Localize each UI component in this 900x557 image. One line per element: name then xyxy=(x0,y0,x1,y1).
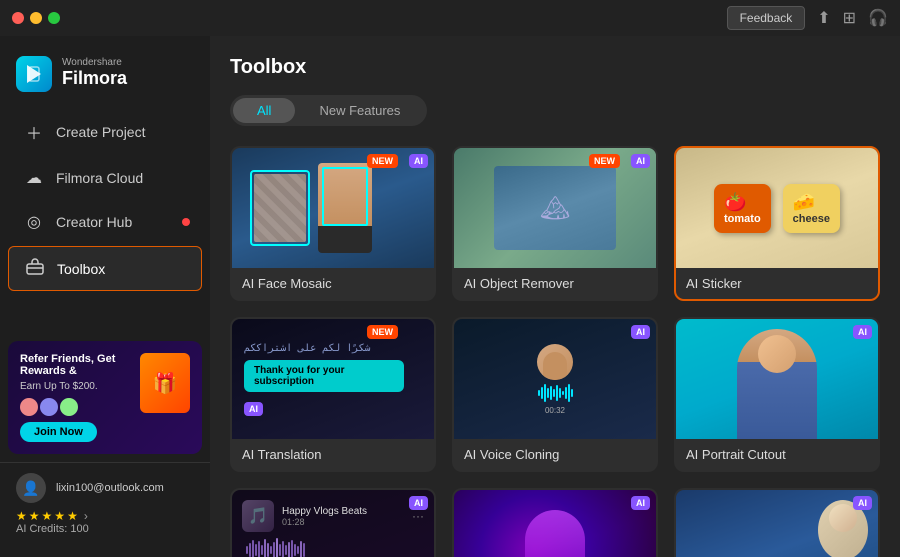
titlebar-actions: Feedback ⬆ ⊞ 🎧 xyxy=(727,6,888,30)
toolbox-icon xyxy=(25,257,45,280)
plus-icon: ＋ xyxy=(24,120,44,144)
brand: Wondershare Filmora xyxy=(0,48,210,108)
ai-credits-label: AI Credits: 100 xyxy=(16,523,194,535)
brand-logo xyxy=(16,56,52,92)
sidebar-item-label: Create Project xyxy=(56,124,145,140)
tool-label: AI Sticker xyxy=(676,268,878,299)
user-email-text: lixin100@outlook.com xyxy=(56,482,164,494)
sidebar-item-filmora-cloud[interactable]: ☁ Filmora Cloud xyxy=(8,158,202,198)
promo-subtitle: Earn Up To $200. xyxy=(20,381,134,392)
promo-avatar xyxy=(20,398,38,416)
sidebar-item-create-project[interactable]: ＋ Create Project xyxy=(8,110,202,154)
tool-card-face-mosaic[interactable]: AI NEW AI Face Mosaic xyxy=(230,146,436,301)
ai-badge: AI xyxy=(409,496,428,510)
star-icon: ★ xyxy=(29,509,40,523)
tool-label: AI Translation xyxy=(232,439,434,470)
tab-new-features[interactable]: New Features xyxy=(295,98,424,123)
cloud-icon: ☁ xyxy=(24,168,44,188)
new-badge: NEW xyxy=(589,154,620,168)
headphones-icon[interactable]: 🎧 xyxy=(868,8,888,28)
brand-text: Wondershare Filmora xyxy=(62,58,127,90)
tool-card-ai-translation[interactable]: شكرًا لكم على اشتراككم Thank you for you… xyxy=(230,317,436,472)
tool-thumbnail: AI xyxy=(676,319,878,439)
minimize-button[interactable] xyxy=(30,12,42,24)
promo-avatar xyxy=(40,398,58,416)
star-icon: ★ xyxy=(54,509,65,523)
feedback-button[interactable]: Feedback xyxy=(727,6,806,30)
tool-thumbnail: 🏔 AI NEW xyxy=(454,148,656,268)
ai-badge: AI xyxy=(853,325,872,339)
hub-icon: ◎ xyxy=(24,212,44,232)
ai-badge: AI xyxy=(631,496,650,510)
tool-card-portrait-cutout[interactable]: AI AI Portrait Cutout xyxy=(674,317,880,472)
chevron-right-icon[interactable]: › xyxy=(84,509,88,523)
ai-credits-row: ★ ★ ★ ★ ★ › xyxy=(16,509,194,523)
brand-sub: Wondershare xyxy=(62,58,127,68)
traffic-lights xyxy=(12,12,60,24)
tool-thumbnail: 00:32 AI xyxy=(454,319,656,439)
page-title: Toolbox xyxy=(230,56,880,79)
new-badge: NEW xyxy=(367,325,398,339)
promo-avatar xyxy=(60,398,78,416)
tool-card-music-beats[interactable]: 🎵 Happy Vlogs Beats 01:28 ··· xyxy=(230,488,436,557)
promo-banner: Refer Friends, Get Rewards & Earn Up To … xyxy=(8,341,202,454)
promo-join-button[interactable]: Join Now xyxy=(20,422,97,442)
sidebar-item-label: Toolbox xyxy=(57,261,105,277)
tool-thumbnail: شكرًا لكم على اشتراككم Thank you for you… xyxy=(232,319,434,439)
main-layout: Wondershare Filmora ＋ Create Project ☁ F… xyxy=(0,36,900,557)
promo-people xyxy=(20,398,134,416)
new-badge: NEW xyxy=(367,154,398,168)
tool-label: AI Portrait Cutout xyxy=(676,439,878,470)
maximize-button[interactable] xyxy=(48,12,60,24)
tool-label: AI Object Remover xyxy=(454,268,656,299)
sidebar-item-label: Filmora Cloud xyxy=(56,170,143,186)
tool-thumbnail: AI NEW xyxy=(232,148,434,268)
tool-card-object-remover[interactable]: 🏔 AI NEW AI Object Remover xyxy=(452,146,658,301)
sidebar-item-creator-hub[interactable]: ◎ Creator Hub xyxy=(8,202,202,242)
tool-grid: AI NEW AI Face Mosaic 🏔 AI NEW AI Object… xyxy=(230,146,880,557)
grid-icon[interactable]: ⊞ xyxy=(843,8,856,28)
ai-badge: AI xyxy=(409,154,428,168)
tab-bar: All New Features xyxy=(230,95,427,126)
sidebar-item-toolbox[interactable]: Toolbox xyxy=(8,246,202,291)
content-area: Toolbox All New Features xyxy=(210,36,900,557)
tool-card-ai-sticker[interactable]: 🍅 tomato 🧀 cheese AI Sticker xyxy=(674,146,880,301)
ai-badge: AI xyxy=(244,402,263,416)
tool-card-voice-cloning[interactable]: 00:32 AI AI Voice Cloning xyxy=(452,317,658,472)
star-icon: ★ xyxy=(42,509,53,523)
tool-thumbnail: Technology template AI xyxy=(676,490,878,557)
star-icon: ★ xyxy=(16,509,27,523)
tool-label: AI Voice Cloning xyxy=(454,439,656,470)
sidebar-footer: 👤 lixin100@outlook.com ★ ★ ★ ★ ★ › AI Cr… xyxy=(0,462,210,545)
close-button[interactable] xyxy=(12,12,24,24)
tab-all[interactable]: All xyxy=(233,98,295,123)
promo-title: Refer Friends, Get Rewards & xyxy=(20,353,134,377)
ai-badge: AI xyxy=(631,154,650,168)
upload-icon[interactable]: ⬆ xyxy=(817,8,830,28)
tool-card-ai-effect[interactable]: AI AI Effect xyxy=(452,488,658,557)
tool-thumbnail: AI xyxy=(454,490,656,557)
tool-thumbnail: 🎵 Happy Vlogs Beats 01:28 ··· xyxy=(232,490,434,557)
tool-label: AI Face Mosaic xyxy=(232,268,434,299)
notification-dot xyxy=(182,218,190,226)
brand-name: Filmora xyxy=(62,68,127,90)
sidebar-item-label: Creator Hub xyxy=(56,214,132,230)
ai-badge: AI xyxy=(631,325,650,339)
tool-thumbnail: 🍅 tomato 🧀 cheese xyxy=(676,148,878,268)
sidebar: Wondershare Filmora ＋ Create Project ☁ F… xyxy=(0,36,210,557)
tool-card-ai-template[interactable]: Technology template AI AI Template xyxy=(674,488,880,557)
user-info: 👤 lixin100@outlook.com xyxy=(16,473,194,503)
ai-badge: AI xyxy=(853,496,872,510)
titlebar: Feedback ⬆ ⊞ 🎧 xyxy=(0,0,900,36)
avatar: 👤 xyxy=(16,473,46,503)
star-icon: ★ xyxy=(67,509,78,523)
